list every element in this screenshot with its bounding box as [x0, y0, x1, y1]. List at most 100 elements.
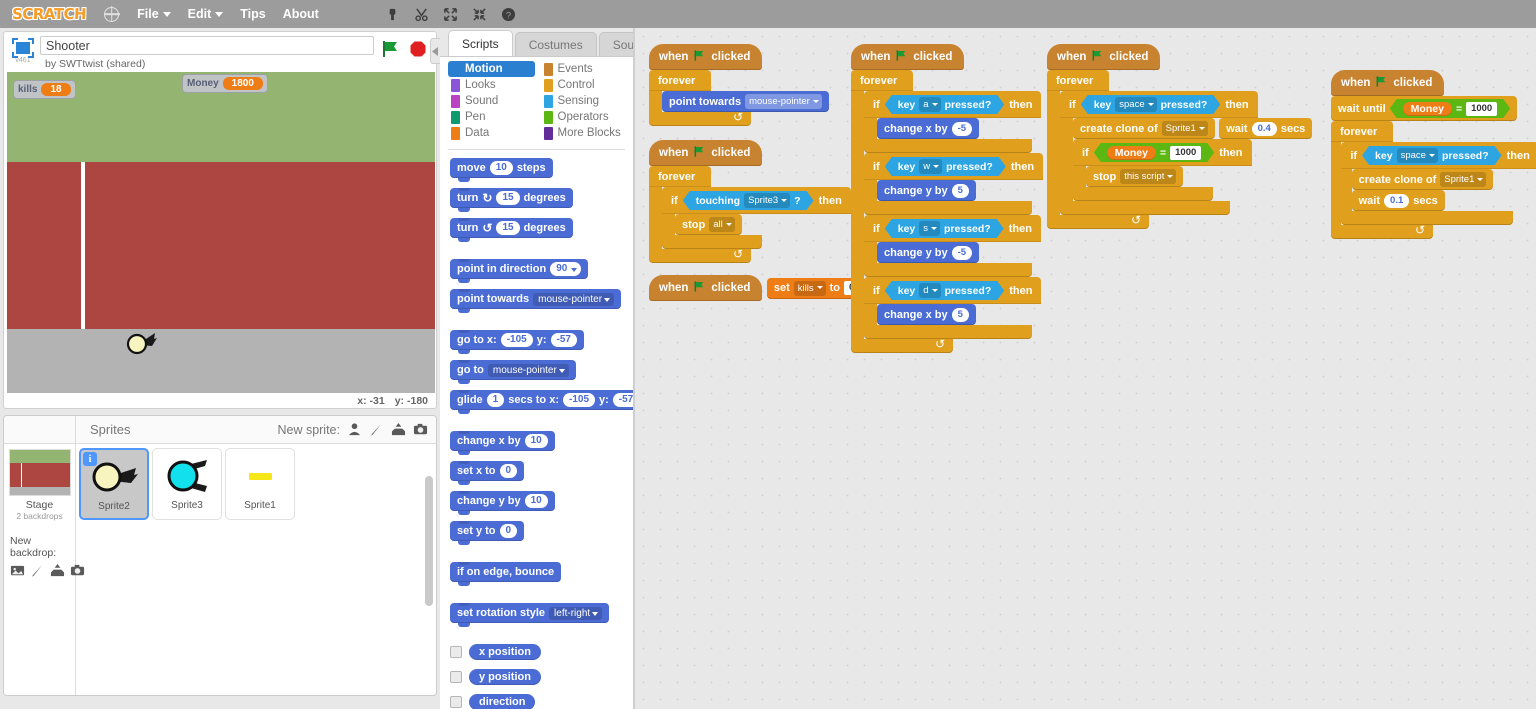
- category-operators[interactable]: Operators: [541, 109, 628, 125]
- language-globe-icon[interactable]: [104, 6, 120, 22]
- key-dropdown[interactable]: w: [919, 159, 942, 174]
- key-pressed-boolean[interactable]: key s pressed?: [885, 219, 1004, 238]
- goto-x-input[interactable]: -105: [500, 333, 533, 347]
- sprite-list-scrollbar[interactable]: [425, 476, 433, 606]
- script-touching-stop[interactable]: when clicked forever if touching Sprite3…: [649, 140, 851, 263]
- menu-edit[interactable]: Edit: [188, 7, 224, 21]
- sprite-card-sprite1[interactable]: Sprite1: [225, 448, 295, 520]
- palette-block-if-on-edge-bounce[interactable]: if on edge, bounce: [450, 562, 562, 586]
- camera-icon[interactable]: [413, 422, 428, 437]
- palette-block-set-rotation-style[interactable]: set rotation style left-right: [450, 603, 610, 627]
- palette-block-set-x[interactable]: set x to 0: [450, 461, 525, 485]
- menu-about[interactable]: About: [283, 7, 319, 21]
- hat-when-flag-clicked[interactable]: when clicked: [851, 44, 965, 70]
- scratch-logo[interactable]: SCRATCH: [8, 5, 87, 23]
- key-dropdown[interactable]: space: [1397, 148, 1438, 163]
- block-wait-until[interactable]: wait until Money = 1000: [1331, 96, 1518, 121]
- forever-block[interactable]: forever if touching Sprite3 ? then stop …: [649, 166, 851, 263]
- category-events[interactable]: Events: [541, 61, 628, 77]
- set-x-input[interactable]: 0: [499, 464, 518, 478]
- if-block-key-w[interactable]: if key w pressed? then change y by 5: [864, 153, 1044, 215]
- block-change-x[interactable]: change x by -5: [877, 118, 980, 139]
- set-y-input[interactable]: 0: [499, 524, 518, 538]
- sprite-library-icon[interactable]: [347, 422, 362, 437]
- script-wait-until-money[interactable]: when clicked wait until Money = 1000 for…: [1331, 70, 1536, 239]
- x-position-checkbox[interactable]: [450, 646, 462, 658]
- palette-block-point-in-direction[interactable]: point in direction 90: [450, 259, 589, 283]
- equals-boolean[interactable]: Money = 1000: [1094, 143, 1215, 162]
- palette-reporter-y-position[interactable]: y position: [469, 669, 541, 685]
- category-control[interactable]: Control: [541, 77, 628, 93]
- category-motion[interactable]: Motion: [448, 61, 535, 77]
- block-change-y[interactable]: change y by 5: [877, 180, 976, 201]
- if-block-key-s[interactable]: if key s pressed? then change y by -5: [864, 215, 1043, 277]
- point-direction-dropdown[interactable]: 90: [550, 262, 582, 276]
- grow-icon[interactable]: [443, 7, 458, 22]
- variable-reporter-money[interactable]: Money: [1403, 102, 1452, 116]
- change-x-input[interactable]: 5: [951, 307, 969, 322]
- rotation-style-dropdown[interactable]: left-right: [549, 606, 603, 620]
- change-x-input[interactable]: 10: [524, 434, 548, 448]
- set-variable-dropdown[interactable]: kills: [793, 280, 826, 296]
- delete-icon[interactable]: [414, 7, 429, 22]
- key-dropdown[interactable]: s: [919, 221, 940, 236]
- point-towards-dropdown[interactable]: mouse-pointer: [745, 94, 822, 109]
- if-block-key-space[interactable]: if key space pressed? then create clone …: [1060, 91, 1313, 215]
- upload-icon[interactable]: [391, 422, 406, 437]
- category-data[interactable]: Data: [448, 125, 535, 141]
- change-y-input[interactable]: 10: [524, 494, 548, 508]
- if-block-key-space[interactable]: if key space pressed? then create clone …: [1341, 142, 1536, 225]
- palette-block-change-x[interactable]: change x by 10: [450, 431, 555, 455]
- block-create-clone[interactable]: create clone of Sprite1: [1351, 169, 1494, 190]
- clone-target-dropdown[interactable]: Sprite1: [1161, 121, 1208, 136]
- palette-reporter-direction[interactable]: direction: [469, 694, 536, 709]
- change-y-input[interactable]: 5: [951, 183, 969, 198]
- scripts-canvas[interactable]: when clicked forever point towards mouse…: [635, 28, 1536, 709]
- green-flag-button[interactable]: [380, 38, 402, 65]
- forever-block[interactable]: forever point towards mouse-pointer: [649, 70, 829, 126]
- forever-block[interactable]: forever if key a pressed? then change x …: [851, 70, 1044, 353]
- if-block-key-d[interactable]: if key d pressed? then change x by 5: [864, 277, 1043, 339]
- category-sound[interactable]: Sound: [448, 93, 535, 109]
- palette-block-turn-cw[interactable]: turn ↻ 15 degrees: [450, 188, 573, 212]
- block-change-y[interactable]: change y by -5: [877, 242, 980, 263]
- touching-boolean[interactable]: touching Sprite3 ?: [683, 191, 814, 210]
- if-block-key-a[interactable]: if key a pressed? then change x by -5: [864, 91, 1043, 153]
- key-dropdown[interactable]: a: [919, 97, 940, 112]
- project-title-input[interactable]: [40, 36, 374, 55]
- menu-tips[interactable]: Tips: [240, 7, 265, 21]
- stage-canvas[interactable]: kills 18 Money 1800: [7, 72, 435, 393]
- help-icon[interactable]: ?: [501, 7, 516, 22]
- upload-icon[interactable]: [50, 563, 65, 578]
- move-steps-input[interactable]: 10: [489, 161, 513, 175]
- palette-block-set-y[interactable]: set y to 0: [450, 521, 525, 545]
- forever-block[interactable]: forever if key space pressed? then creat…: [1331, 121, 1536, 239]
- hat-when-flag-clicked[interactable]: when clicked: [1047, 44, 1161, 70]
- block-stop[interactable]: stop this script: [1086, 166, 1184, 187]
- paint-icon[interactable]: [30, 563, 45, 578]
- backdrop-library-icon[interactable]: [10, 563, 25, 578]
- stage-monitor-money[interactable]: Money 1800: [182, 74, 268, 93]
- palette-reporter-x-position[interactable]: x position: [469, 644, 541, 660]
- key-pressed-boolean[interactable]: key space pressed?: [1362, 146, 1502, 165]
- direction-checkbox[interactable]: [450, 696, 462, 708]
- y-position-checkbox[interactable]: [450, 671, 462, 683]
- stage-selector[interactable]: Stage 2 backdrops New backdrop:: [4, 444, 85, 695]
- key-pressed-boolean[interactable]: key space pressed?: [1081, 95, 1221, 114]
- script-point-towards-mouse[interactable]: when clicked forever point towards mouse…: [649, 44, 829, 126]
- palette-block-point-towards[interactable]: point towards mouse-pointer: [450, 289, 622, 313]
- wait-secs-input[interactable]: 0.1: [1384, 193, 1410, 208]
- block-wait-secs[interactable]: wait 0.1 secs: [1351, 190, 1445, 211]
- stop-option-dropdown[interactable]: this script: [1120, 169, 1177, 184]
- goto-target-dropdown[interactable]: mouse-pointer: [487, 363, 569, 377]
- turn-ccw-input[interactable]: 15: [496, 221, 520, 235]
- block-create-clone[interactable]: create clone of Sprite1: [1073, 118, 1215, 139]
- forever-block[interactable]: forever if key space pressed? then creat…: [1047, 70, 1313, 229]
- paint-icon[interactable]: [369, 422, 384, 437]
- glide-secs-input[interactable]: 1: [486, 393, 505, 407]
- if-block-touching[interactable]: if touching Sprite3 ? then stop all: [662, 187, 851, 249]
- hat-when-flag-clicked[interactable]: when clicked: [649, 275, 763, 301]
- stop-option-dropdown[interactable]: all: [709, 217, 735, 232]
- glide-x-input[interactable]: -105: [562, 393, 595, 407]
- sprite-card-sprite3[interactable]: Sprite3: [152, 448, 222, 520]
